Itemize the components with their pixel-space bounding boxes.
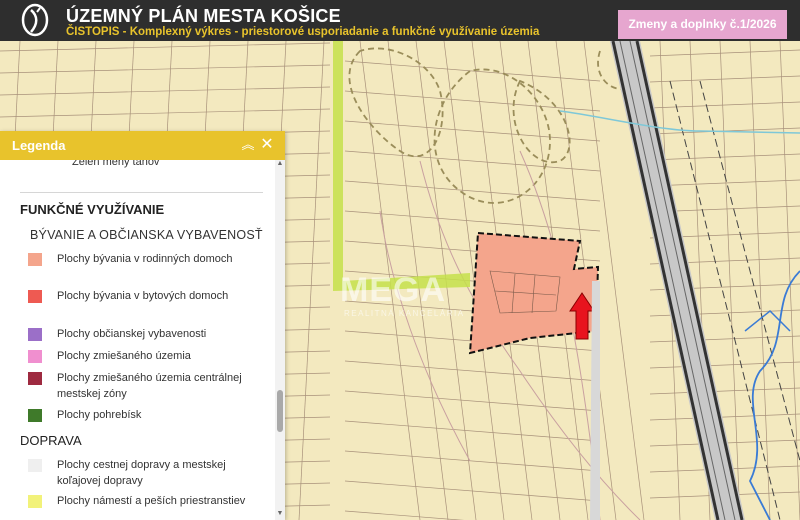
legend-swatch [28,328,42,341]
subsection-title-housing: BÝVANIE A OBČIANSKA VYBAVENOSŤ [30,228,263,242]
legend-swatch [28,372,42,385]
city-emblem-icon[interactable] [18,2,52,39]
changes-amendments-button[interactable]: Zmeny a doplnky č.1/2026 [618,10,787,39]
section-title-transport: DOPRAVA [20,433,82,448]
section-title-functional-use: FUNKČNÉ VYUŽÍVANIE [20,202,165,217]
legend-swatch [28,253,42,266]
legend-title: Legenda [12,138,66,153]
legend-swatch [28,409,42,422]
legend-item-label: Plochy zmiešaného územia [57,350,191,362]
legend-item-label: Plochy pohrebísk [57,409,142,421]
legend-scrollbar[interactable]: ▲ ▼ [275,160,285,520]
legend-cut-item: Zeleň mený tánov [72,160,160,168]
app-header: ÚZEMNÝ PLÁN MESTA KOŠICE ČISTOPIS - Komp… [0,0,800,41]
legend-swatch [28,290,42,303]
legend-divider [20,192,263,193]
scrollbar-thumb[interactable] [277,390,283,432]
legend-item-label: Plochy cestnej dopravy a mestskej koľajo… [57,459,226,487]
close-icon[interactable]: ✕ [259,136,275,154]
watermark-subtext: REALITNÁ KANCELÁRIA [344,309,465,318]
watermark-text: MEGA [340,271,446,309]
legend-header: Legenda ︽ ✕ [0,131,285,160]
scroll-up-icon[interactable]: ▲ [276,160,284,167]
legend-swatch [28,350,42,363]
legend-swatch [28,495,42,508]
legend-item-label: Plochy občianskej vybavenosti [57,328,207,340]
legend-body: Zeleň mený tánov FUNKČNÉ VYUŽÍVANIE BÝVA… [0,160,275,520]
scroll-down-icon[interactable]: ▼ [276,510,284,517]
legend-item-label: Plochy námestí a peších priestranstiev [57,495,246,507]
legend-item-label: Plochy bývania v bytových domoch [57,290,229,302]
legend-item-label: Plochy bývania v rodinných domoch [57,253,233,265]
legend-panel: Legenda ︽ ✕ Zeleň mený tánov FUNKČNÉ VYU… [0,131,285,520]
page-title: ÚZEMNÝ PLÁN MESTA KOŠICE [66,6,341,26]
watermark: MEGA REALITNÁ KANCELÁRIA [300,271,500,323]
legend-swatch [28,459,42,472]
legend-item-label: Plochy zmiešaného územia centrálnej mest… [57,372,242,400]
page-subtitle: ČISTOPIS - Komplexný výkres - priestorov… [66,26,540,38]
chevron-double-up-icon[interactable]: ︽ [240,136,256,154]
